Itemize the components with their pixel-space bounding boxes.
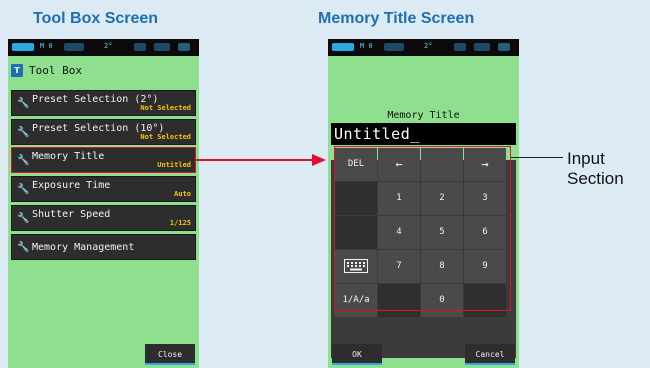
menu-item-preset-10[interactable]: 🔧 Preset Selection (10°) Not Selected — [11, 119, 196, 145]
toolbox-screen-caption: Tool Box Screen — [33, 10, 159, 27]
toolbox-screen: M 0 2° T Tool Box 🔧 Preset Selection (2°… — [8, 39, 199, 368]
ok-button[interactable]: OK — [332, 344, 382, 365]
wrench-icon: 🔧 — [17, 242, 30, 253]
light-icon — [178, 43, 190, 51]
menu-item-memory-title[interactable]: 🔧 Memory Title Untitled — [11, 147, 196, 173]
connector-arrow-icon — [312, 154, 326, 166]
menu-item-label: Exposure Time — [32, 180, 111, 191]
title-entry-field[interactable]: Untitled_ — [331, 123, 516, 145]
light-icon — [498, 43, 510, 51]
menu-item-preset-2[interactable]: 🔧 Preset Selection (2°) Not Selected — [11, 90, 196, 116]
wrench-icon: 🔧 — [17, 98, 30, 109]
memory-title-heading: Memory Title — [387, 110, 460, 121]
status-angle: 2° — [424, 42, 433, 50]
toolbox-device: M 0 2° T Tool Box 🔧 Preset Selection (2°… — [8, 39, 199, 368]
memory-title-screen-caption: Memory Title Screen — [318, 10, 475, 27]
menu-item-value: Auto — [174, 190, 191, 198]
status-angle: 2° — [104, 42, 113, 50]
input-section-label-line2: Section — [567, 169, 624, 188]
status-bar: M 0 2° — [8, 39, 199, 56]
battery-icon — [12, 43, 34, 51]
sensor-icon — [474, 43, 490, 51]
status-segment — [454, 43, 466, 51]
status-mode: M 0 — [40, 42, 53, 50]
status-mode: M 0 — [360, 42, 373, 50]
status-segment — [134, 43, 146, 51]
connector-arrow-line — [196, 159, 314, 161]
toolbox-title: Tool Box — [29, 64, 82, 77]
wrench-icon: 🔧 — [17, 155, 30, 166]
menu-item-shutter-speed[interactable]: 🔧 Shutter Speed 1/125 — [11, 205, 196, 231]
menu-item-label: Memory Management — [32, 242, 135, 253]
menu-item-value: Not Selected — [140, 133, 191, 141]
input-section-highlight — [334, 146, 511, 311]
wrench-icon: 🔧 — [17, 213, 30, 224]
close-button[interactable]: Close — [145, 344, 195, 365]
wrench-icon: 🔧 — [17, 184, 30, 195]
menu-item-value: Not Selected — [140, 104, 191, 112]
input-section-label: Input Section — [567, 149, 624, 189]
toolbox-header: T Tool Box — [11, 61, 196, 81]
wrench-icon: 🔧 — [17, 127, 30, 138]
battery-icon — [332, 43, 354, 51]
input-section-label-line1: Input — [567, 149, 605, 168]
status-segment — [64, 43, 84, 51]
menu-item-label: Shutter Speed — [32, 209, 111, 220]
toolbox-icon: T — [11, 64, 23, 77]
menu-item-memory-management[interactable]: 🔧 Memory Management — [11, 234, 196, 260]
menu-item-exposure-time[interactable]: 🔧 Exposure Time Auto — [11, 176, 196, 202]
menu-item-value: Untitled — [157, 161, 191, 169]
status-segment — [384, 43, 404, 51]
sensor-icon — [154, 43, 170, 51]
annotation-leader-line — [511, 157, 563, 158]
menu-item-label: Memory Title — [32, 151, 105, 162]
status-bar: M 0 2° — [328, 39, 519, 56]
menu-item-value: 1/125 — [169, 219, 191, 227]
cancel-button[interactable]: Cancel — [465, 344, 515, 365]
